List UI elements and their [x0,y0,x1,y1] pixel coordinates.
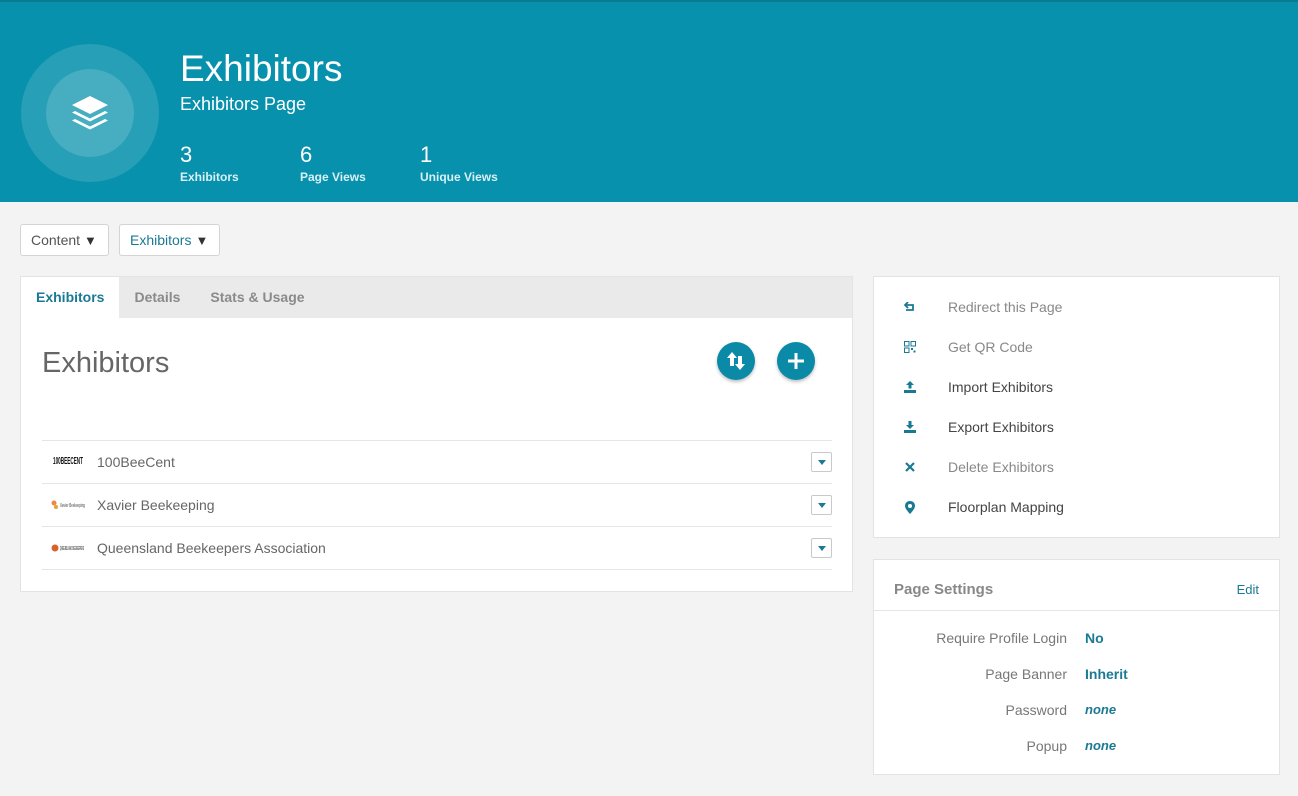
stat-page-views: 6 Page Views [300,142,366,184]
setting-password: Password none [874,702,1279,722]
exhibitor-name: Queensland Beekeepers Association [97,540,326,556]
settings-edit-link[interactable]: Edit [1237,582,1259,597]
plus-icon [788,353,804,369]
caret-down-icon: ▼ [195,232,209,248]
layers-icon [72,96,108,130]
stat-label: Exhibitors [180,170,239,184]
redirect-icon [903,300,917,314]
row-menu-button[interactable] [811,538,832,558]
chevron-down-icon [817,459,826,465]
qr-code-icon [903,340,917,354]
exhibitor-logo: Xavier Beekeeping [48,495,88,515]
add-exhibitor-button[interactable] [777,342,815,380]
sort-button[interactable] [717,342,755,380]
svg-text:QUEENSLAND BEEKEEPERS: QUEENSLAND BEEKEEPERS [60,546,84,552]
stat-value: 1 [420,142,433,167]
delete-exhibitors-action[interactable]: Delete Exhibitors [874,447,1279,487]
chevron-down-icon [817,545,826,551]
page-actions-card: Redirect this Page Get QR Code Import Ex… [873,276,1280,538]
exhibitor-name: Xavier Beekeeping [97,497,215,513]
stat-unique-views: 1 Unique Views [420,142,498,184]
setting-require-profile-login: Require Profile Login No [874,630,1279,650]
exhibitor-logo: QUEENSLAND BEEKEEPERS [48,538,88,558]
page-avatar [21,44,159,182]
stat-label: Unique Views [420,170,498,184]
action-label: Import Exhibitors [948,379,1054,395]
exhibitors-card: Exhibitors Details Stats & Usage Exhibit… [20,276,853,592]
page-header: Exhibitors Exhibitors Page 3 Exhibitors … [0,0,1298,202]
exhibitors-dropdown-label: Exhibitors [130,232,192,248]
tab-exhibitors[interactable]: Exhibitors [21,277,120,318]
page-subtitle: Exhibitors Page [180,94,307,114]
tab-stats-usage[interactable]: Stats & Usage [195,277,319,318]
setting-value: Inherit [1085,666,1128,682]
tab-bar: Exhibitors Details Stats & Usage [21,277,852,318]
setting-page-banner: Page Banner Inherit [874,666,1279,686]
settings-header: Page Settings Edit [874,560,1279,611]
setting-popup: Popup none [874,738,1279,758]
setting-key: Password [1005,702,1067,718]
action-label: Export Exhibitors [948,419,1054,435]
action-label: Floorplan Mapping [948,499,1064,515]
export-exhibitors-action[interactable]: Export Exhibitors [874,407,1279,447]
caret-down-icon: ▼ [84,232,97,248]
import-exhibitors-action[interactable]: Import Exhibitors [874,367,1279,407]
exhibitor-name: 100BeeCent [97,454,175,470]
chevron-down-icon [817,502,826,508]
floorplan-mapping-action[interactable]: Floorplan Mapping [874,487,1279,527]
stat-value: 6 [300,142,313,167]
redirect-page-action[interactable]: Redirect this Page [874,287,1279,327]
list-item[interactable]: 100BEECENT 100BeeCent [42,441,832,484]
sort-icon [727,352,745,370]
svg-text:100BEECENT: 100BEECENT [53,456,83,467]
close-icon [903,460,917,474]
exhibitor-list: 100BEECENT 100BeeCent Xavier Beekeeping … [42,440,832,570]
map-pin-icon [903,500,917,514]
row-menu-button[interactable] [811,452,832,472]
setting-key: Popup [1026,738,1067,754]
stat-label: Page Views [300,170,366,184]
page-avatar-inner [46,69,134,157]
setting-value: none [1085,702,1117,717]
action-label: Get QR Code [948,339,1033,355]
page-title: Exhibitors [180,48,343,89]
action-label: Redirect this Page [948,299,1063,315]
content-dropdown-button[interactable]: Content ▼ [20,224,109,256]
row-menu-button[interactable] [811,495,832,515]
content-dropdown-label: Content [31,232,81,248]
setting-key: Require Profile Login [936,630,1067,646]
qr-code-action[interactable]: Get QR Code [874,327,1279,367]
exhibitor-logo: 100BEECENT [48,452,88,472]
upload-icon [903,380,917,394]
download-icon [903,420,917,434]
section-title: Exhibitors [42,347,170,379]
list-item[interactable]: Xavier Beekeeping Xavier Beekeeping [42,484,832,527]
list-item[interactable]: QUEENSLAND BEEKEEPERS Queensland Beekeep… [42,527,832,570]
tab-details[interactable]: Details [119,277,195,318]
setting-value: No [1085,630,1104,646]
setting-key: Page Banner [985,666,1067,682]
setting-value: none [1085,738,1117,753]
stat-exhibitors: 3 Exhibitors [180,142,239,184]
exhibitors-dropdown-button[interactable]: Exhibitors ▼ [119,224,220,256]
stat-value: 3 [180,142,193,167]
svg-text:Xavier Beekeeping: Xavier Beekeeping [60,503,85,509]
action-label: Delete Exhibitors [948,459,1054,475]
settings-title: Page Settings [894,581,994,598]
page-settings-card: Page Settings Edit Require Profile Login… [873,559,1280,775]
